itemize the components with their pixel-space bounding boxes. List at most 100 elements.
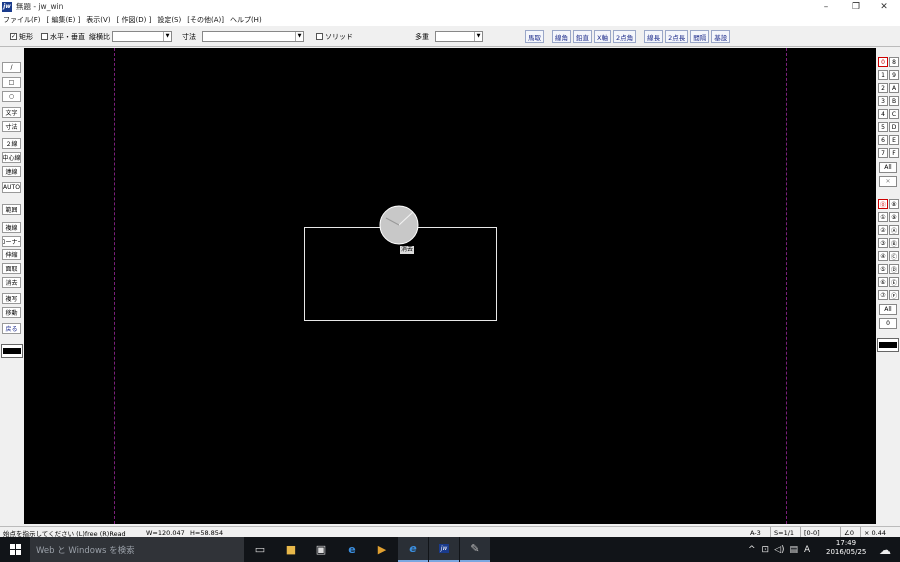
toolbar-btn-2[interactable]: 鉛直 — [573, 30, 592, 43]
layer-6[interactable]: 6 — [878, 135, 888, 145]
menu-draw[interactable]: [ 作図(D) ] — [117, 15, 152, 25]
internet-explorer-icon[interactable]: e — [398, 537, 428, 562]
toolbar-btn-0[interactable]: 馬取 — [525, 30, 544, 43]
tool-copy[interactable]: 複写 — [2, 293, 21, 304]
toolbar-btn-1[interactable]: 線角 — [552, 30, 571, 43]
layer-4[interactable]: 4 — [878, 109, 888, 119]
layer-group-c[interactable]: Ⓒ — [889, 251, 899, 261]
file-explorer-icon[interactable]: ■ — [276, 537, 306, 562]
layer-group-4[interactable]: ④ — [878, 251, 888, 261]
tool-double-line[interactable]: ２線 — [2, 138, 21, 149]
store-icon[interactable]: ▣ — [306, 537, 336, 562]
action-center-icon[interactable]: ▤ — [790, 545, 799, 555]
layer-group-f[interactable]: Ⓕ — [889, 290, 899, 300]
right-line-style-indicator[interactable] — [877, 338, 899, 352]
layer-group-5[interactable]: ⑤ — [878, 264, 888, 274]
menu-help[interactable]: ヘルプ(H) — [230, 15, 262, 25]
layer-group-8[interactable]: ⑧ — [889, 199, 899, 209]
media-player-icon[interactable]: ▶ — [367, 537, 397, 562]
toolbar-btn-6[interactable]: 2点長 — [665, 30, 689, 43]
layer-7[interactable]: 7 — [878, 148, 888, 158]
jw-cad-taskbar-icon[interactable]: jw — [429, 537, 459, 562]
layer-group-3[interactable]: ③ — [878, 238, 888, 248]
multi-combo[interactable]: ▼ — [435, 31, 483, 42]
toolbar-btn-5[interactable]: 線長 — [644, 30, 664, 43]
edge-browser-icon[interactable]: e — [337, 537, 367, 562]
rect-checkbox[interactable]: ✓ 矩形 — [10, 32, 33, 42]
hv-checkbox[interactable]: 水平・垂直 — [41, 32, 85, 42]
layer-group-a[interactable]: Ⓐ — [889, 225, 899, 235]
tool-center-line[interactable]: 中心線 — [2, 152, 21, 163]
tool-connect[interactable]: 連線 — [2, 166, 21, 177]
layer-group-1[interactable]: ① — [878, 212, 888, 222]
layer-all-button[interactable]: All — [879, 162, 897, 173]
toolbar-btn-4[interactable]: 2点角 — [612, 30, 637, 43]
tool-offset[interactable]: 複線 — [2, 222, 21, 233]
layer-group-7[interactable]: ⑦ — [878, 290, 888, 300]
layer-0[interactable]: 0 — [878, 57, 888, 67]
layer-e[interactable]: E — [889, 135, 899, 145]
volume-icon[interactable]: ◁) — [774, 545, 784, 555]
task-view-icon[interactable]: ▭ — [245, 537, 275, 562]
menu-view[interactable]: 表示(V) — [86, 15, 110, 25]
layer-8[interactable]: 8 — [889, 57, 899, 67]
drawing-canvas[interactable]: 消去 — [24, 48, 876, 524]
layer-group-9[interactable]: ⑨ — [889, 212, 899, 222]
toolbar-btn-7[interactable]: 間隔 — [690, 30, 710, 43]
tool-chamfer[interactable]: 面取 — [2, 263, 21, 274]
tool-extend[interactable]: 伸縮 — [2, 249, 21, 260]
layer-group-b[interactable]: Ⓑ — [889, 238, 899, 248]
menu-file[interactable]: ファイル(F) — [3, 15, 41, 25]
tool-move[interactable]: 移動 — [2, 307, 21, 318]
clock-time: 17:49 — [835, 539, 857, 547]
ime-indicator[interactable]: A — [804, 545, 810, 555]
taskbar-clock[interactable]: 17:49 2016/05/25 — [826, 539, 866, 557]
line-style-indicator[interactable] — [1, 344, 23, 358]
tool-undo[interactable]: 戻る — [2, 323, 21, 334]
network-icon[interactable]: ⊡ — [762, 545, 770, 555]
layer-group-all-button[interactable]: All — [879, 304, 897, 315]
layer-group-2[interactable]: ② — [878, 225, 888, 235]
ratio-combo[interactable]: ▼ — [112, 31, 172, 42]
start-button[interactable] — [0, 537, 30, 562]
tray-chevron-up-icon[interactable]: ^ — [748, 545, 756, 555]
layer-2[interactable]: 2 — [878, 83, 888, 93]
close-button[interactable]: ✕ — [870, 0, 898, 13]
tool-erase[interactable]: 消去 — [2, 277, 21, 288]
layer-b[interactable]: B — [889, 96, 899, 106]
maximize-button[interactable]: ❐ — [842, 0, 870, 13]
menu-other[interactable]: [その他(A)] — [187, 15, 224, 25]
dim-combo[interactable]: ▼ — [202, 31, 304, 42]
toolbar-btn-8[interactable]: 基設 — [711, 30, 731, 43]
layer-9[interactable]: 9 — [889, 70, 899, 80]
tool-dimension[interactable]: 寸法 — [2, 121, 21, 132]
notification-cloud-icon[interactable]: ☁ — [870, 537, 900, 562]
tool-auto[interactable]: AUTO — [2, 182, 21, 193]
solid-checkbox[interactable]: ソリッド — [316, 32, 353, 42]
layer-a[interactable]: A — [889, 83, 899, 93]
taskbar-search-box[interactable]: Web と Windows を検索 — [30, 537, 244, 562]
layer-group-e[interactable]: Ⓔ — [889, 277, 899, 287]
layer-d[interactable]: D — [889, 122, 899, 132]
layer-5[interactable]: 5 — [878, 122, 888, 132]
minimize-button[interactable]: – — [812, 0, 840, 13]
paint-app-icon[interactable]: ✎ — [460, 537, 490, 562]
tool-range[interactable]: 範囲 — [2, 204, 21, 215]
menu-settings[interactable]: 設定(S) — [157, 15, 181, 25]
toolbar-btn-3[interactable]: X軸 — [594, 30, 611, 43]
tool-text[interactable]: 文字 — [2, 107, 21, 118]
layer-1[interactable]: 1 — [878, 70, 888, 80]
layer-f[interactable]: F — [889, 148, 899, 158]
tool-line[interactable]: / — [2, 62, 21, 73]
tool-circle[interactable]: ○ — [2, 91, 21, 102]
menu-edit[interactable]: [ 編集(E) ] — [47, 15, 81, 25]
tool-corner[interactable]: コーナー — [2, 236, 21, 247]
layer-group-zero-button[interactable]: 0 — [879, 318, 897, 329]
layer-group-6[interactable]: ⑥ — [878, 277, 888, 287]
layer-group-0[interactable]: ⓪ — [878, 199, 888, 209]
layer-x-button[interactable]: ✕ — [879, 176, 897, 187]
layer-group-d[interactable]: Ⓓ — [889, 264, 899, 274]
layer-3[interactable]: 3 — [878, 96, 888, 106]
layer-c[interactable]: C — [889, 109, 899, 119]
tool-rectangle[interactable]: □ — [2, 77, 21, 88]
